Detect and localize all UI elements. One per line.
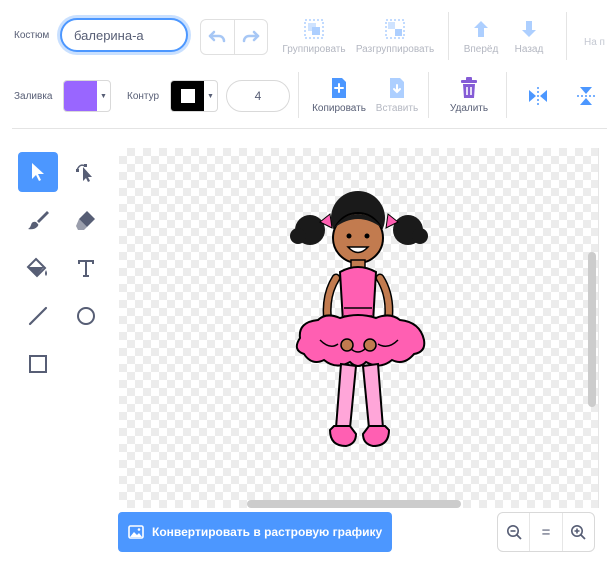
convert-label: Конвертировать в растровую графику bbox=[152, 525, 383, 539]
separator bbox=[428, 72, 429, 118]
zoom-in-icon bbox=[571, 525, 586, 540]
image-icon bbox=[128, 525, 144, 539]
style-toolbar: Заливка ▼ Контур ▼ 4 Копировать Вставить… bbox=[0, 72, 607, 124]
redo-icon bbox=[242, 30, 260, 43]
group-icon bbox=[304, 19, 324, 39]
zoom-out-icon bbox=[506, 525, 522, 540]
outline-width-input[interactable]: 4 bbox=[226, 80, 290, 112]
group-label: Группировать bbox=[282, 44, 346, 55]
trash-icon bbox=[461, 77, 477, 98]
paste-button[interactable]: Вставить bbox=[362, 77, 432, 114]
line-tool[interactable] bbox=[18, 296, 58, 336]
group-button[interactable]: Группировать bbox=[279, 18, 349, 55]
zoom-reset-label: = bbox=[541, 523, 551, 541]
fill-tool[interactable] bbox=[18, 248, 58, 288]
undo-redo-group bbox=[200, 19, 268, 55]
convert-to-bitmap-button[interactable]: Конвертировать в растровую графику bbox=[118, 512, 392, 552]
zoom-controls: = bbox=[497, 512, 595, 552]
delete-button[interactable]: Удалить bbox=[434, 77, 504, 114]
outline-inner-square bbox=[180, 89, 195, 103]
horizontal-scrollbar[interactable] bbox=[247, 500, 461, 508]
copy-icon bbox=[332, 78, 346, 98]
undo-button[interactable] bbox=[201, 20, 234, 54]
separator bbox=[298, 72, 299, 118]
rectangle-icon bbox=[29, 355, 47, 373]
ungroup-label: Разгруппировать bbox=[355, 44, 435, 55]
outline-color-picker[interactable]: ▼ bbox=[170, 80, 218, 112]
chevron-down-icon: ▼ bbox=[207, 92, 214, 100]
backward-label: Назад bbox=[514, 44, 544, 55]
front-label: На п bbox=[584, 37, 605, 48]
chevron-down-icon: ▼ bbox=[100, 92, 107, 100]
ungroup-button[interactable]: Разгруппировать bbox=[356, 18, 434, 55]
ungroup-icon bbox=[385, 19, 405, 39]
zoom-in-button[interactable] bbox=[561, 513, 594, 551]
delete-label: Удалить bbox=[449, 103, 489, 114]
outline-label: Контур bbox=[127, 91, 160, 102]
front-button[interactable]: На п bbox=[584, 37, 607, 48]
fill-color-picker[interactable]: ▼ bbox=[63, 80, 111, 112]
costume-name-input[interactable] bbox=[60, 18, 188, 52]
reshape-pointer-icon bbox=[76, 164, 92, 182]
backward-button[interactable]: Назад bbox=[494, 18, 564, 55]
outline-color-swatch bbox=[171, 81, 204, 111]
eraser-icon bbox=[76, 211, 95, 230]
eraser-tool[interactable] bbox=[66, 200, 106, 240]
forward-icon bbox=[474, 21, 488, 37]
undo-icon bbox=[209, 30, 226, 43]
brush-icon bbox=[28, 211, 49, 230]
fill-label: Заливка bbox=[14, 91, 53, 102]
reshape-tool[interactable] bbox=[66, 152, 106, 192]
text-icon bbox=[78, 260, 94, 277]
paste-label: Вставить bbox=[375, 103, 419, 114]
redo-button[interactable] bbox=[233, 20, 267, 54]
brush-tool[interactable] bbox=[18, 200, 58, 240]
toolbar-divider bbox=[12, 128, 607, 129]
copy-label: Копировать bbox=[312, 103, 366, 114]
flip-horizontal-button[interactable] bbox=[526, 84, 550, 108]
paint-bucket-icon bbox=[26, 257, 47, 278]
ballerina-costume-image bbox=[290, 191, 428, 448]
backward-icon bbox=[522, 21, 536, 37]
flip-vertical-icon bbox=[577, 87, 595, 105]
zoom-out-button[interactable] bbox=[498, 513, 529, 551]
drawing-canvas[interactable] bbox=[119, 148, 599, 508]
line-icon bbox=[28, 306, 48, 326]
text-tool[interactable] bbox=[66, 248, 106, 288]
flip-vertical-button[interactable] bbox=[574, 84, 598, 108]
fill-color-swatch bbox=[64, 81, 97, 111]
select-tool[interactable] bbox=[18, 152, 58, 192]
separator bbox=[566, 12, 567, 60]
separator bbox=[506, 72, 507, 118]
paste-icon bbox=[390, 78, 404, 98]
vertical-scrollbar[interactable] bbox=[588, 252, 596, 407]
costume-label: Костюм bbox=[14, 30, 50, 41]
zoom-reset-button[interactable]: = bbox=[529, 513, 561, 551]
flip-horizontal-icon bbox=[529, 87, 547, 105]
arrow-pointer-icon bbox=[32, 163, 44, 181]
rectangle-tool[interactable] bbox=[18, 344, 58, 384]
circle-tool[interactable] bbox=[66, 296, 106, 336]
top-toolbar: Костюм Группировать Разгруппировать Впер… bbox=[0, 0, 607, 72]
circle-icon bbox=[77, 307, 95, 325]
